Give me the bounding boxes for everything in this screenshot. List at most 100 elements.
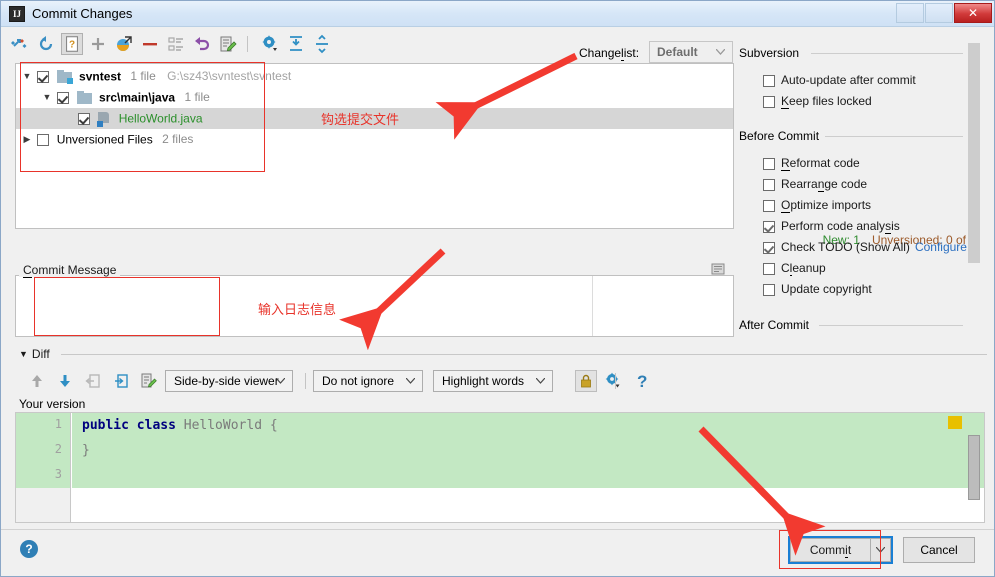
edit-source-icon[interactable] [217,33,239,55]
option-checkbox[interactable] [763,283,775,296]
close-button[interactable]: ✕ [954,3,992,23]
option-checkbox[interactable] [763,178,775,191]
collapse-all-icon[interactable] [311,33,333,55]
changelist-selected-value: Default [657,45,698,59]
next-difference-icon[interactable] [55,371,75,391]
option-label: eformat code [789,156,860,170]
annotation-text-files: 钩选提交文件 [321,112,400,127]
app-icon: IJ [9,6,25,22]
chevron-down-icon [276,378,285,384]
option-checkbox[interactable] [763,199,775,212]
editor-scrollbar[interactable] [968,435,980,500]
diff-viewer-select[interactable]: Side-by-side viewer [165,370,293,392]
editor-gutter: 1 2 3 [16,413,71,522]
settings-icon[interactable] [259,33,281,55]
previous-difference-icon[interactable] [27,371,47,391]
row-name: svntest [79,69,122,84]
minimize-button[interactable] [896,3,924,23]
your-version-label: Your version [19,397,86,411]
row-name: Unversioned Files [56,132,153,147]
changed-files-tree[interactable]: ▼ svntest 1 file G:\sz43\svntest\svntest… [15,63,734,229]
changelist-select[interactable]: Default [649,41,733,63]
options-scrollbar-thumb[interactable] [968,43,980,263]
option-check-todo[interactable]: Check TODO (Show All) Configure [763,238,967,257]
table-row[interactable]: ▶ Unversioned Files 2 files [16,129,733,150]
line-number: 1 [54,417,62,431]
message-history-icon[interactable] [711,263,726,277]
java-file-icon [97,111,111,127]
diff-editor[interactable]: 1 2 3 public class HelloWorld { } [15,412,985,523]
row-checkbox[interactable] [37,70,50,83]
gear-icon[interactable] [603,371,623,391]
group-rule [811,53,963,54]
expand-all-icon[interactable] [285,33,307,55]
maximize-button[interactable] [925,3,953,23]
rollback-icon[interactable] [35,33,57,55]
whitespace-select[interactable]: Do not ignore [313,370,423,392]
option-checkbox[interactable] [763,157,775,170]
whitespace-value: Do not ignore [322,374,395,388]
gutter-line: 2 [16,438,70,463]
option-update-copyright[interactable]: Update copyright [763,280,872,299]
group-title-after-commit: After Commit [739,318,816,332]
edit-source-icon[interactable] [139,371,159,391]
diff-toolbar: Side-by-side viewer Do not ignore Highli… [15,369,985,395]
chevron-down-icon [406,378,415,384]
expand-toggle-icon[interactable]: ▼ [40,87,54,108]
row-name: HelloWorld.java [118,111,203,126]
option-accel: K [781,94,790,109]
option-cleanup[interactable]: Cleanup [763,259,826,278]
option-checkbox[interactable] [763,262,775,275]
option-checkbox[interactable] [763,220,775,233]
option-checkbox[interactable] [763,241,775,254]
help-icon[interactable]: ? [637,372,647,392]
delete-icon[interactable] [139,33,161,55]
move-to-changelist-icon[interactable] [113,33,135,55]
table-row[interactable]: ▼ svntest 1 file G:\sz43\svntest\svntest [16,64,733,87]
group-by-icon[interactable] [165,33,187,55]
configure-link[interactable]: Configure [915,240,967,254]
row-meta: 1 file [130,69,156,84]
diff-section-header[interactable]: ▼ Diff [19,347,54,361]
option-optimize-imports[interactable]: Optimize imports [763,196,871,215]
accept-right-icon[interactable] [111,371,131,391]
code-token: HelloWorld { [183,418,278,433]
row-meta: 1 file [184,90,210,105]
chevron-down-icon [876,547,885,553]
gutter-line: 1 [16,413,70,438]
accept-left-icon[interactable] [83,371,103,391]
lock-icon[interactable] [575,370,597,392]
row-checkbox[interactable] [57,91,70,104]
option-auto-update-after-commit[interactable]: Auto-update after commit [763,71,916,90]
option-reformat-code[interactable]: Reformat code [763,154,860,173]
table-row[interactable]: ▼ src\main\java 1 file [16,87,733,108]
toolbar-separator [615,373,616,389]
refresh-changes-icon[interactable] [9,33,31,55]
option-accel: O [781,198,791,213]
add-icon[interactable] [87,33,109,55]
toolbar-separator [305,373,306,389]
row-checkbox[interactable] [78,112,90,125]
show-diff-icon[interactable]: ? [61,33,83,55]
commit-message-input[interactable] [15,275,734,337]
commit-dropdown-button[interactable] [870,538,891,562]
option-checkbox[interactable] [763,95,775,108]
error-stripe-marker[interactable] [948,416,962,429]
highlight-select[interactable]: Highlight words [433,370,553,392]
commit-button[interactable]: Commit [790,538,870,562]
expand-toggle-icon[interactable]: ▶ [20,129,34,150]
editor-code-area[interactable]: public class HelloWorld { } [72,413,984,522]
revert-icon[interactable] [191,33,213,55]
row-checkbox[interactable] [37,133,50,146]
title-bar: IJ Commit Changes ✕ [1,1,994,27]
expand-toggle-icon[interactable]: ▼ [20,66,34,87]
help-button[interactable]: ? [20,540,38,558]
option-perform-code-analysis[interactable]: Perform code analysis [763,217,900,236]
chevron-down-icon [716,49,725,55]
cancel-button[interactable]: Cancel [903,537,975,563]
option-rearrange-code[interactable]: Rearrange code [763,175,867,194]
option-checkbox[interactable] [763,74,775,87]
option-keep-files-locked[interactable]: Keep files locked [763,92,872,111]
code-token: public class [82,418,184,433]
group-rule [825,136,963,137]
